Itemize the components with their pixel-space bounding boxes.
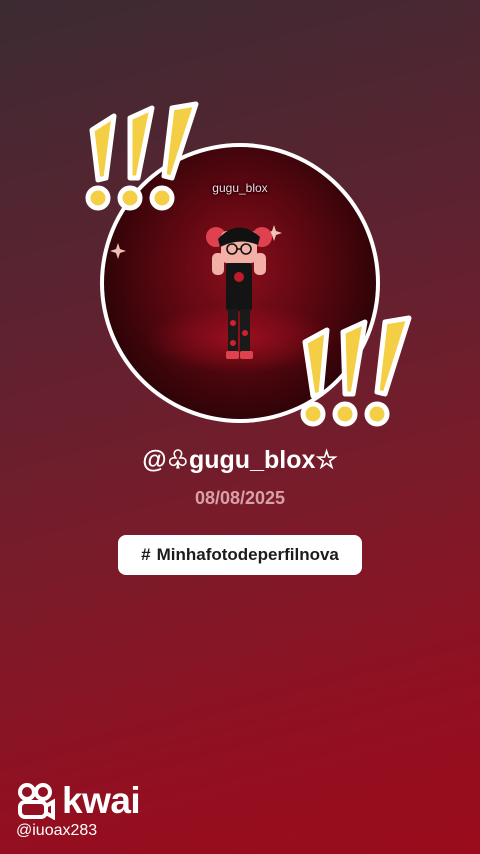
hashtag-chip[interactable]: # Minhafotodeperfilnova bbox=[118, 535, 362, 575]
hashtag-text: Minhafotodeperfilnova bbox=[156, 545, 339, 564]
profile-username: @♧gugu_blox☆ bbox=[142, 446, 338, 474]
kwai-watermark: kwai bbox=[16, 780, 141, 822]
post-date: 08/08/2025 bbox=[194, 488, 286, 508]
watermark-handle: @iuoax283 bbox=[16, 822, 98, 839]
exclamation-marks-icon bbox=[300, 315, 412, 427]
hashtag-symbol: # bbox=[141, 545, 151, 564]
exclamation-marks-icon bbox=[85, 101, 199, 211]
kwai-brand-text: kwai bbox=[62, 780, 141, 821]
kwai-logo-icon bbox=[18, 783, 55, 820]
